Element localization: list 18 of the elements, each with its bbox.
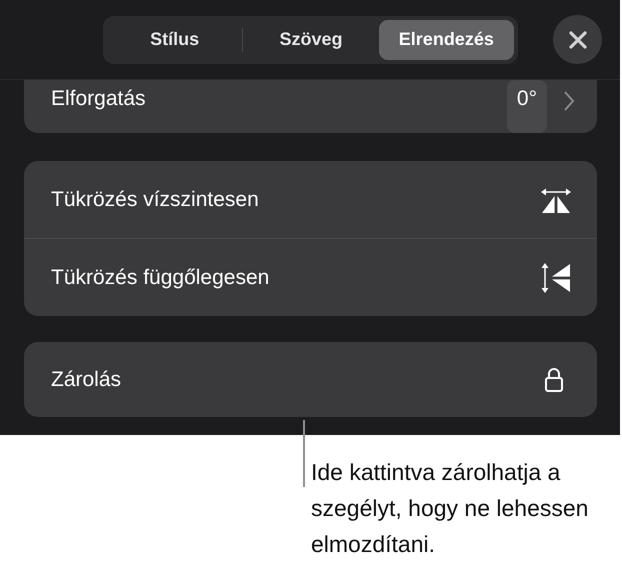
lock-icon <box>544 366 564 392</box>
row-label[interactable]: Tükrözés vízszintesen <box>51 188 259 212</box>
lock-row[interactable]: Zárolás <box>24 342 597 417</box>
row-label[interactable]: Tükrözés függőlegesen <box>51 266 270 290</box>
tab[interactable]: Szöveg <box>243 20 379 60</box>
close-icon <box>568 30 588 50</box>
close-button[interactable] <box>553 15 602 64</box>
leader-line <box>303 420 305 487</box>
tab[interactable]: Stílus <box>107 20 242 60</box>
callout-text: Ide kattintva zárolhatja a szegélyt, hogy ne lehessen elmozdítani. <box>311 458 590 559</box>
row-label: Elforgatás <box>51 86 147 110</box>
flip-horizontal-icon <box>540 186 572 214</box>
rotation-value[interactable]: 0° <box>506 80 547 133</box>
flip-vertical-icon <box>540 262 572 294</box>
chevron-right-icon <box>563 90 575 112</box>
row-label: Zárolás <box>51 368 122 392</box>
rotation-row[interactable]: Elforgatás 0° <box>24 80 597 133</box>
tab[interactable]: Elrendezés <box>378 20 514 60</box>
